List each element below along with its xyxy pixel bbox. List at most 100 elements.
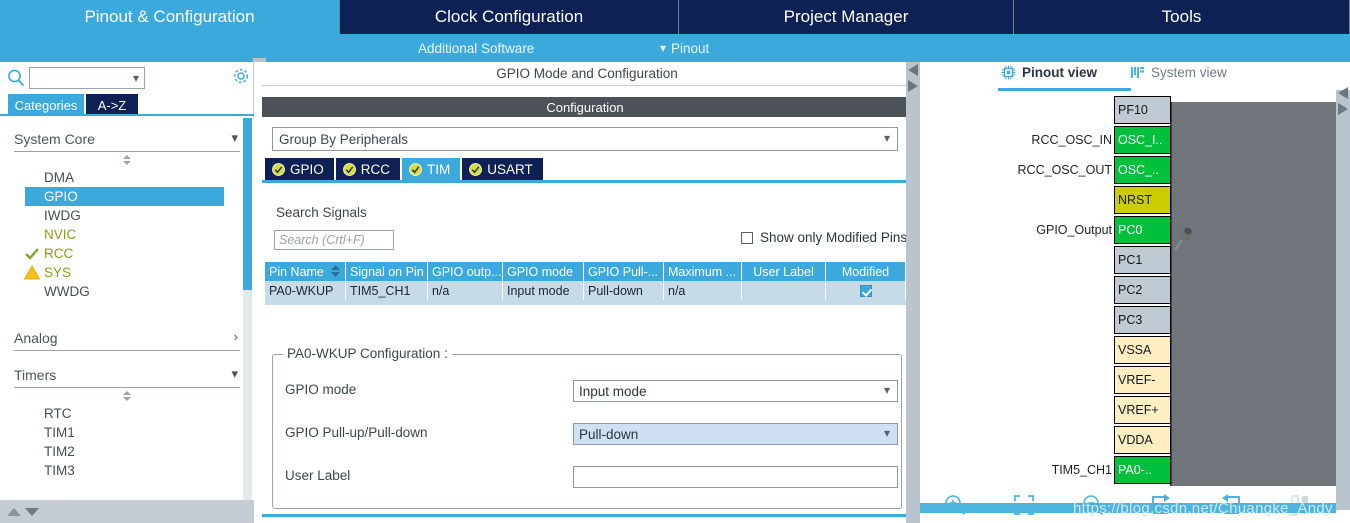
peripheral-tab-tim[interactable]: TIM bbox=[402, 158, 461, 180]
pinout-panel: Pinout view System view RCC_OSC_IN RCC_O… bbox=[920, 62, 1336, 523]
tab-a-to-z[interactable]: A->Z bbox=[86, 94, 138, 116]
tab-clock-configuration[interactable]: Clock Configuration bbox=[340, 0, 679, 34]
item-label: IWDG bbox=[44, 208, 81, 223]
column-header-gpio-mode[interactable]: GPIO mode bbox=[503, 262, 584, 281]
pinout-scrollbar[interactable] bbox=[1336, 90, 1350, 510]
configuration-label: Configuration bbox=[546, 99, 624, 115]
sidebar-scrollbar-thumb[interactable] bbox=[243, 118, 252, 290]
panel-bottom-rule bbox=[262, 514, 912, 517]
chevron-down-icon[interactable]: ▾ bbox=[884, 131, 890, 145]
pin-pc2[interactable]: PC2 bbox=[1114, 276, 1171, 304]
tab-project-manager[interactable]: Project Manager bbox=[679, 0, 1014, 34]
column-label: Maximum ... bbox=[668, 264, 737, 279]
scroll-spinner[interactable] bbox=[0, 388, 254, 404]
view-tab-underline bbox=[998, 88, 1131, 91]
tab-label: Pinout & Configuration bbox=[84, 7, 255, 26]
panel-collapse-controls[interactable] bbox=[906, 62, 920, 96]
pin-osc-in[interactable]: OSC_I.. bbox=[1114, 126, 1171, 154]
tab-pinout-configuration[interactable]: Pinout & Configuration bbox=[0, 0, 340, 34]
categories-sidebar: ▾ Categories A->Z System Core ▾ DMA GPIO… bbox=[0, 62, 254, 523]
column-header-modified[interactable]: Modified bbox=[826, 262, 905, 281]
stm32cubemx-window: Pinout & Configuration Clock Configurati… bbox=[0, 0, 1350, 523]
tab-tools[interactable]: Tools bbox=[1014, 0, 1350, 34]
chevron-down-icon[interactable]: ▾ bbox=[884, 383, 890, 397]
gpio-pull-select[interactable]: Pull-down ▾ bbox=[573, 423, 898, 445]
sidebar-item-tim1[interactable]: TIM1 bbox=[0, 423, 254, 442]
sidebar-tab-underline bbox=[0, 114, 254, 116]
signal-search-input[interactable]: Search (Crtl+F) bbox=[274, 230, 394, 250]
sidebar-item-sys[interactable]: SYS bbox=[0, 263, 254, 282]
sidebar-item-wwdg[interactable]: WWDG bbox=[0, 282, 254, 301]
modified-checkbox[interactable] bbox=[859, 284, 872, 297]
peripheral-tab-bar: GPIO RCC TIM USART bbox=[265, 158, 545, 180]
pin-nrst[interactable]: NRST bbox=[1114, 186, 1171, 214]
configuration-section-header: Configuration bbox=[262, 97, 908, 117]
subtab-pinout[interactable]: ▾ Pinout bbox=[660, 34, 709, 62]
table-row[interactable]: PA0-WKUP TIM5_CH1 n/a Input mode Pull-do… bbox=[265, 281, 908, 300]
pin-vdda[interactable]: VDDA bbox=[1114, 426, 1171, 454]
peripheral-tab-label: RCC bbox=[360, 161, 391, 177]
pin-vref-plus[interactable]: VREF+ bbox=[1114, 396, 1171, 424]
subtab-additional-software[interactable]: Additional Software bbox=[418, 34, 534, 62]
column-header-signal-on-pin[interactable]: Signal on Pin bbox=[346, 262, 428, 281]
grouping-select[interactable]: Group By Peripherals ▾ bbox=[272, 127, 898, 151]
sidebar-item-tim2[interactable]: TIM2 bbox=[0, 442, 254, 461]
gpio-mode-value: Input mode bbox=[579, 383, 647, 399]
tab-label: Clock Configuration bbox=[434, 7, 584, 26]
pin-pa0-wkup[interactable]: PA0-.. bbox=[1114, 456, 1171, 484]
peripheral-tab-usart[interactable]: USART bbox=[462, 158, 543, 180]
chip-pinout-diagram[interactable]: RCC_OSC_IN RCC_OSC_OUT GPIO_Output TIM5_… bbox=[920, 96, 1336, 486]
item-label: WWDG bbox=[44, 284, 90, 299]
column-label: GPIO mode bbox=[507, 264, 573, 279]
group-title: Timers bbox=[14, 366, 57, 383]
pin-column: PF10 OSC_I.. OSC_.. NRST PC0 PC1 PC2 PC3… bbox=[1114, 96, 1171, 486]
pin-vref-minus[interactable]: VREF- bbox=[1114, 366, 1171, 394]
panel-divider[interactable] bbox=[906, 62, 920, 523]
cell-modified[interactable] bbox=[826, 281, 905, 300]
show-modified-label: Show only Modified Pins bbox=[760, 230, 908, 245]
pin-name: PA0-.. bbox=[1118, 463, 1152, 477]
sidebar-item-gpio[interactable]: GPIO bbox=[25, 187, 224, 206]
scroll-spinner[interactable] bbox=[0, 152, 254, 168]
scroll-up-icon[interactable] bbox=[6, 505, 22, 523]
gpio-mode-select[interactable]: Input mode ▾ bbox=[573, 380, 898, 402]
gear-icon[interactable] bbox=[231, 66, 251, 86]
item-label: DMA bbox=[44, 170, 74, 185]
group-header-system-core[interactable]: System Core ▾ bbox=[14, 126, 240, 152]
column-header-pin-name[interactable]: Pin Name bbox=[265, 262, 346, 281]
sidebar-item-rtc[interactable]: RTC bbox=[0, 404, 254, 423]
tab-system-view[interactable]: System view bbox=[1130, 65, 1227, 80]
pinout-collapse-controls[interactable] bbox=[1336, 85, 1350, 119]
column-header-maximum[interactable]: Maximum ... bbox=[664, 262, 742, 281]
show-only-modified-pins[interactable]: Show only Modified Pins bbox=[741, 230, 907, 245]
column-header-gpio-pull[interactable]: GPIO Pull-... bbox=[584, 262, 664, 281]
pin-pf10[interactable]: PF10 bbox=[1114, 96, 1171, 124]
search-input[interactable]: ▾ bbox=[29, 67, 145, 89]
scroll-down-icon[interactable] bbox=[24, 505, 40, 523]
pin-pc0[interactable]: PC0 bbox=[1114, 216, 1171, 244]
field-label: GPIO Pull-up/Pull-down bbox=[285, 425, 428, 440]
column-header-user-label[interactable]: User Label bbox=[742, 262, 826, 281]
user-label-input[interactable] bbox=[573, 466, 898, 488]
show-modified-checkbox[interactable] bbox=[741, 231, 753, 244]
peripheral-tab-rcc[interactable]: RCC bbox=[335, 158, 401, 180]
sidebar-item-tim3[interactable]: TIM3 bbox=[0, 461, 254, 480]
sidebar-item-rcc[interactable]: RCC bbox=[0, 244, 254, 263]
pin-osc-out[interactable]: OSC_.. bbox=[1114, 156, 1171, 184]
sidebar-item-dma[interactable]: DMA bbox=[0, 168, 254, 187]
column-header-gpio-output[interactable]: GPIO outp... bbox=[428, 262, 503, 281]
tab-pinout-view[interactable]: Pinout view bbox=[1001, 65, 1097, 80]
chevron-down-icon[interactable]: ▾ bbox=[884, 426, 890, 440]
sidebar-item-nvic[interactable]: NVIC bbox=[0, 225, 254, 244]
pin-pc3[interactable]: PC3 bbox=[1114, 306, 1171, 334]
chevron-down-icon[interactable]: ▾ bbox=[133, 71, 139, 85]
group-header-timers[interactable]: Timers ▾ bbox=[14, 362, 240, 388]
peripheral-tab-gpio[interactable]: GPIO bbox=[265, 158, 334, 180]
group-header-analog[interactable]: Analog › bbox=[14, 325, 240, 351]
collapse-right-icon bbox=[1338, 103, 1348, 115]
pin-vssa[interactable]: VSSA bbox=[1114, 336, 1171, 364]
tab-categories[interactable]: Categories bbox=[8, 94, 84, 116]
pin-name: NRST bbox=[1118, 193, 1153, 207]
sidebar-item-iwdg[interactable]: IWDG bbox=[0, 206, 254, 225]
pin-pc1[interactable]: PC1 bbox=[1114, 246, 1171, 274]
